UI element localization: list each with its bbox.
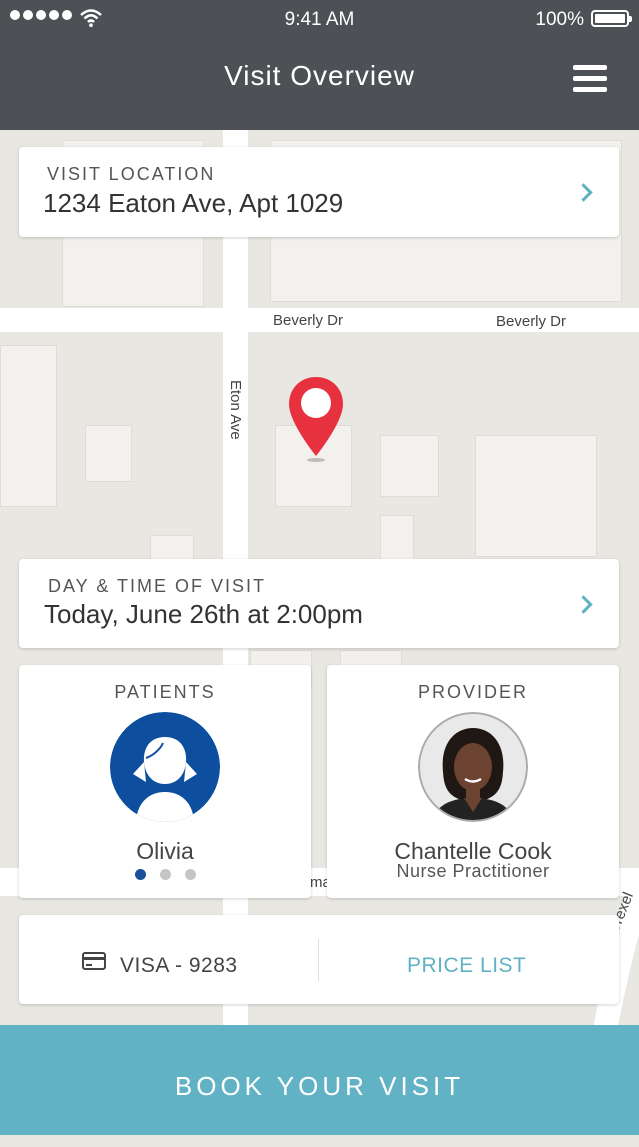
patients-caption: PATIENTS <box>114 682 216 702</box>
map-building <box>0 345 57 507</box>
patient-pager[interactable] <box>19 869 311 880</box>
pager-dot[interactable] <box>134 869 146 880</box>
map-building <box>85 425 132 482</box>
visit-location-value: 1234 Eaton Ave, Apt 1029 <box>43 188 344 218</box>
provider-avatar[interactable] <box>418 712 528 822</box>
pager-dot[interactable] <box>184 869 196 880</box>
visit-location-card[interactable]: VISIT LOCATION 1234 Eaton Ave, Apt 1029 <box>19 147 619 237</box>
credit-card-icon <box>82 952 106 970</box>
street-label-beverly: Beverly Dr <box>496 313 567 330</box>
chevron-right-icon <box>574 183 593 202</box>
location-pin-icon[interactable] <box>287 376 345 464</box>
provider-role: Nurse Practitioner <box>396 861 550 881</box>
battery-percent: 100% <box>535 9 584 30</box>
chevron-right-icon <box>574 595 593 614</box>
visit-time-card[interactable]: DAY & TIME OF VISIT Today, June 26th at … <box>19 559 619 648</box>
visit-location-caption: VISIT LOCATION <box>47 164 216 184</box>
provider-card[interactable]: PROVIDER Chantelle Cook Nurse Practition… <box>327 665 619 898</box>
hamburger-icon[interactable] <box>573 65 607 93</box>
visit-time-value: Today, June 26th at 2:00pm <box>44 599 363 629</box>
pager-dot[interactable] <box>159 869 171 880</box>
visit-time-caption: DAY & TIME OF VISIT <box>48 576 267 596</box>
patients-card[interactable]: PATIENTS Olivia <box>19 665 311 898</box>
payment-card: VISA - 9283 PRICE LIST <box>19 915 619 1004</box>
payment-divider <box>318 939 319 981</box>
battery-icon <box>591 10 632 27</box>
street-label-eton: Eton Ave <box>227 380 244 440</box>
price-list-link[interactable]: PRICE LIST <box>407 954 526 978</box>
map-building <box>380 435 439 497</box>
status-bar: 9:41 AM 100% <box>0 0 639 40</box>
payment-method[interactable]: VISA - 9283 <box>120 954 238 978</box>
nav-bar: Visit Overview <box>0 40 639 130</box>
patient-name: Olivia <box>136 838 194 864</box>
provider-caption: PROVIDER <box>417 682 529 702</box>
book-visit-button[interactable]: BOOK YOUR VISIT <box>0 1025 639 1135</box>
map-building <box>475 435 597 557</box>
street-label-beverly: Beverly Dr <box>273 312 344 329</box>
page-title: Visit Overview <box>224 60 415 91</box>
patient-avatar-icon[interactable] <box>110 712 220 822</box>
